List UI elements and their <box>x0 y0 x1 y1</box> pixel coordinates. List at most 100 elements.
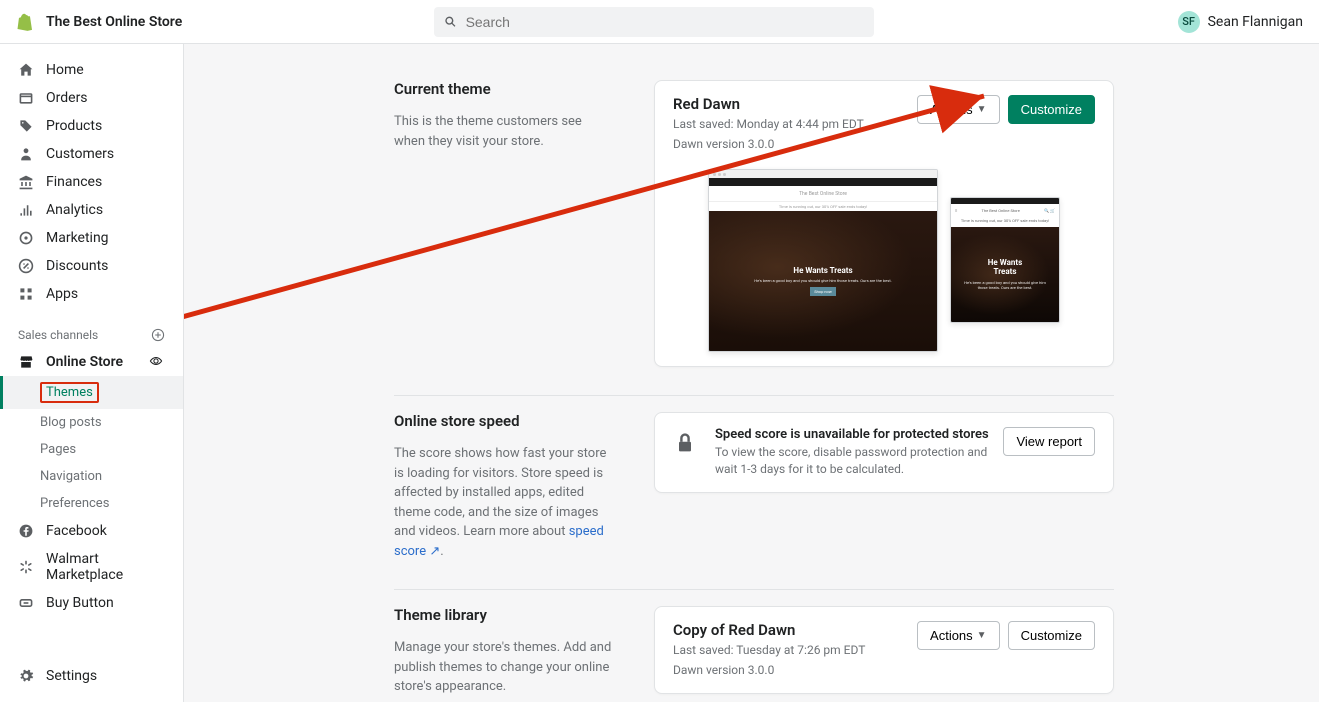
gear-icon <box>18 668 34 684</box>
sidebar-item-home[interactable]: Home <box>0 56 183 84</box>
person-icon <box>18 146 34 162</box>
preview-mobile-hero-title: He WantsTreats <box>988 259 1022 277</box>
home-icon <box>18 62 34 78</box>
search-bar[interactable] <box>434 7 874 37</box>
preview-mobile-title: The Best Online Store <box>982 208 1020 213</box>
analytics-icon <box>18 202 34 218</box>
sidebar-item-buy-button[interactable]: Buy Button <box>0 589 183 617</box>
search-icon <box>444 15 457 29</box>
avatar: SF <box>1178 11 1200 33</box>
library-actions-button[interactable]: Actions ▼ <box>917 621 1000 650</box>
actions-label: Actions <box>930 628 973 643</box>
current-theme-heading: Current theme <box>394 80 614 98</box>
library-desc: Manage your store's themes. Add and publ… <box>394 638 614 697</box>
theme-name: Red Dawn <box>673 95 864 113</box>
chevron-down-icon: ▼ <box>977 630 987 641</box>
chevron-down-icon: ▼ <box>977 104 987 115</box>
sidebar-item-label: Customers <box>46 146 114 162</box>
shopify-logo-icon <box>16 13 34 31</box>
apps-icon <box>18 286 34 302</box>
orders-icon <box>18 90 34 106</box>
preview-hero-title: He Wants Treats <box>793 266 852 275</box>
current-theme-card: Red Dawn Last saved: Monday at 4:44 pm E… <box>654 80 1114 367</box>
sidebar-subitem-pages[interactable]: Pages <box>0 436 183 463</box>
lock-icon <box>673 431 701 455</box>
preview-mobile-hero-sub: He's been a good boy and you should give… <box>959 280 1051 290</box>
sub-item-label: Blog posts <box>40 415 102 430</box>
speed-desc: The score shows how fast your store is l… <box>394 444 614 561</box>
view-report-button[interactable]: View report <box>1003 427 1095 456</box>
library-theme-name: Copy of Red Dawn <box>673 621 865 639</box>
sub-item-label: Pages <box>40 442 76 457</box>
sidebar-item-discounts[interactable]: Discounts <box>0 252 183 280</box>
online-store-label: Online Store <box>46 354 123 370</box>
store-icon <box>18 354 34 370</box>
sales-channels-heading: Sales channels <box>0 322 183 348</box>
user-menu[interactable]: SF Sean Flannigan <box>1178 11 1303 33</box>
preview-store-title: The Best Online Store <box>709 186 937 202</box>
library-heading: Theme library <box>394 606 614 624</box>
buy-button-icon <box>18 595 34 611</box>
speed-card-desc: To view the score, disable password prot… <box>715 444 989 478</box>
sub-item-label: Themes <box>46 385 93 400</box>
current-theme-desc: This is the theme customers see when the… <box>394 112 614 151</box>
sidebar-item-facebook[interactable]: Facebook <box>0 517 183 545</box>
bank-icon <box>18 174 34 190</box>
user-name-label: Sean Flannigan <box>1208 14 1303 30</box>
annotation-highlight-themes: Themes <box>40 382 99 403</box>
sidebar-item-marketing[interactable]: Marketing <box>0 224 183 252</box>
sidebar-subitem-preferences[interactable]: Preferences <box>0 490 183 517</box>
sidebar-item-label: Orders <box>46 90 88 106</box>
sidebar-item-label: Home <box>46 62 84 78</box>
theme-last-saved: Last saved: Monday at 4:44 pm EDT <box>673 115 864 133</box>
library-theme-card: Copy of Red Dawn Last saved: Tuesday at … <box>654 606 1114 694</box>
discount-icon <box>18 258 34 274</box>
target-icon <box>18 230 34 246</box>
speed-card-title: Speed score is unavailable for protected… <box>715 427 989 442</box>
sidebar-item-apps[interactable]: Apps <box>0 280 183 308</box>
sidebar-item-label: Facebook <box>46 523 107 539</box>
library-theme-saved: Last saved: Tuesday at 7:26 pm EDT <box>673 641 865 659</box>
speed-heading: Online store speed <box>394 412 614 430</box>
library-customize-button[interactable]: Customize <box>1008 621 1095 650</box>
sidebar-item-label: Buy Button <box>46 595 114 611</box>
facebook-icon <box>18 523 34 539</box>
theme-version: Dawn version 3.0.0 <box>673 135 864 153</box>
speed-card: Speed score is unavailable for protected… <box>654 412 1114 493</box>
sidebar-subitem-navigation[interactable]: Navigation <box>0 463 183 490</box>
preview-desktop: The Best Online Store Time is running ou… <box>708 169 938 352</box>
sidebar-item-label: Walmart Marketplace <box>46 551 165 583</box>
sidebar-subitem-themes[interactable]: Themes <box>0 376 183 409</box>
walmart-icon <box>18 559 34 575</box>
sidebar-item-finances[interactable]: Finances <box>0 168 183 196</box>
sidebar-subitem-blog-posts[interactable]: Blog posts <box>0 409 183 436</box>
sidebar-item-online-store[interactable]: Online Store <box>0 348 183 376</box>
sidebar-item-label: Products <box>46 118 102 134</box>
sidebar-item-settings[interactable]: Settings <box>0 662 183 690</box>
sidebar-item-customers[interactable]: Customers <box>0 140 183 168</box>
sidebar-item-label: Settings <box>46 668 97 684</box>
sidebar-item-products[interactable]: Products <box>0 112 183 140</box>
sub-item-label: Navigation <box>40 469 102 484</box>
customize-button[interactable]: Customize <box>1008 95 1095 124</box>
theme-previews: The Best Online Store Time is running ou… <box>673 169 1095 352</box>
search-input[interactable] <box>466 14 865 30</box>
actions-label: Actions <box>930 102 973 117</box>
sidebar-item-label: Marketing <box>46 230 109 246</box>
view-icon[interactable] <box>149 354 165 370</box>
sidebar-item-label: Discounts <box>46 258 108 274</box>
library-theme-version: Dawn version 3.0.0 <box>673 661 865 679</box>
sidebar-item-analytics[interactable]: Analytics <box>0 196 183 224</box>
store-name: The Best Online Store <box>46 14 182 30</box>
sidebar-item-walmart[interactable]: Walmart Marketplace <box>0 545 183 589</box>
sidebar-item-label: Apps <box>46 286 78 302</box>
actions-button[interactable]: Actions ▼ <box>917 95 1000 124</box>
tag-icon <box>18 118 34 134</box>
sub-item-label: Preferences <box>40 496 109 511</box>
sidebar-item-orders[interactable]: Orders <box>0 84 183 112</box>
sidebar-item-label: Finances <box>46 174 102 190</box>
preview-mobile-banner: Time is running out, our 30% OFF sale en… <box>951 216 1059 227</box>
add-channel-icon[interactable] <box>151 328 165 342</box>
preview-mobile: ≡The Best Online Store🔍 🛒 Time is runnin… <box>950 197 1060 323</box>
preview-hero-sub: He's been a good boy and you should give… <box>754 278 891 283</box>
